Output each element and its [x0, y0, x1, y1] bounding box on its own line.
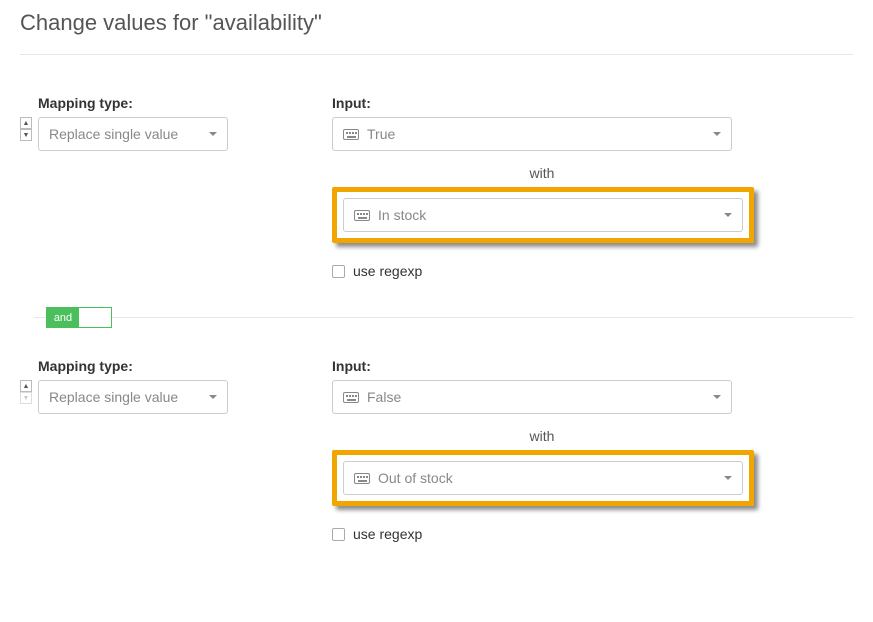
with-label: with	[332, 428, 752, 444]
mapping-type-select[interactable]: Replace single value	[38, 117, 228, 151]
connector-toggle[interactable]: and	[46, 307, 112, 328]
move-down-button[interactable]: ▼	[20, 129, 32, 141]
input-value-select[interactable]: False	[332, 380, 732, 414]
highlight-frame: In stock	[332, 187, 754, 243]
mapping-type-select[interactable]: Replace single value	[38, 380, 228, 414]
keyboard-icon	[354, 473, 370, 484]
rule-connector: and	[34, 317, 853, 318]
chevron-down-icon	[713, 395, 721, 399]
chevron-down-icon	[713, 132, 721, 136]
mapping-type-label: Mapping type:	[38, 95, 228, 111]
use-regexp-label: use regexp	[353, 263, 422, 279]
replace-value-select[interactable]: Out of stock	[343, 461, 743, 495]
input-label: Input:	[332, 358, 752, 374]
chevron-down-icon	[724, 476, 732, 480]
use-regexp-checkbox[interactable]: use regexp	[332, 526, 752, 542]
use-regexp-checkbox[interactable]: use regexp	[332, 263, 752, 279]
checkbox-box	[332, 265, 345, 278]
highlight-frame: Out of stock	[332, 450, 754, 506]
connector-and: and	[47, 308, 79, 327]
page-title: Change values for "availability"	[20, 10, 853, 55]
input-value-select[interactable]: True	[332, 117, 732, 151]
keyboard-icon	[354, 210, 370, 221]
move-down-button[interactable]: ▼	[20, 392, 32, 404]
keyboard-icon	[343, 392, 359, 403]
connector-alt	[79, 308, 111, 327]
chevron-down-icon	[209, 132, 217, 136]
use-regexp-label: use regexp	[353, 526, 422, 542]
mapping-type-label: Mapping type:	[38, 358, 228, 374]
mapping-row: ▲ ▼ Mapping type: Replace single value I…	[20, 55, 853, 279]
mapping-row: ▲ ▼ Mapping type: Replace single value I…	[20, 318, 853, 542]
with-label: with	[332, 165, 752, 181]
move-up-button[interactable]: ▲	[20, 380, 32, 392]
keyboard-icon	[343, 129, 359, 140]
chevron-down-icon	[209, 395, 217, 399]
input-label: Input:	[332, 95, 752, 111]
replace-value-select[interactable]: In stock	[343, 198, 743, 232]
move-up-button[interactable]: ▲	[20, 117, 32, 129]
checkbox-box	[332, 528, 345, 541]
chevron-down-icon	[724, 213, 732, 217]
